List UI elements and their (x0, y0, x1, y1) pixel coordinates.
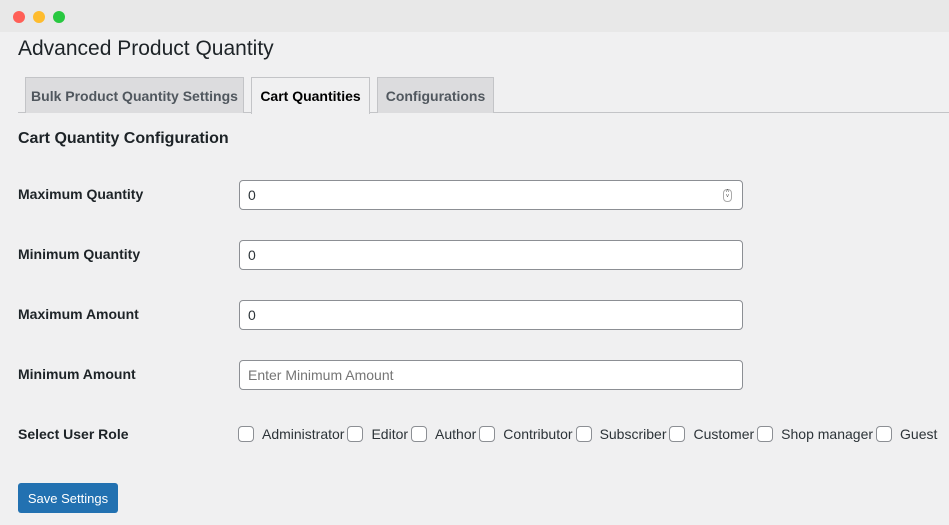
role-author[interactable]: Author (411, 426, 479, 442)
checkbox[interactable] (347, 426, 364, 442)
page-title: Advanced Product Quantity (18, 37, 274, 60)
role-editor[interactable]: Editor (347, 426, 411, 442)
minimum-quantity-input[interactable]: 0 (239, 240, 743, 270)
role-contributor[interactable]: Contributor (479, 426, 575, 442)
tab-configurations[interactable]: Configurations (377, 77, 494, 113)
maximum-quantity-value: 0 (248, 187, 256, 203)
checkbox[interactable] (757, 426, 774, 442)
checkbox[interactable] (575, 426, 592, 442)
minimum-quantity-label: Minimum Quantity (18, 246, 141, 262)
maximum-amount-input[interactable]: 0 (239, 300, 743, 330)
role-label: Editor (371, 426, 409, 442)
role-label: Guest (900, 426, 938, 442)
save-settings-button[interactable]: Save Settings (18, 483, 118, 513)
role-administrator[interactable]: Administrator (238, 426, 347, 442)
maximum-quantity-label: Maximum Quantity (18, 186, 144, 202)
role-label: Subscriber (599, 426, 667, 442)
window-titlebar (0, 0, 949, 32)
checkbox[interactable] (876, 426, 893, 442)
select-user-role-label: Select User Role (18, 426, 129, 442)
checkbox[interactable] (238, 426, 254, 442)
role-guest[interactable]: Guest (876, 426, 940, 442)
checkbox[interactable] (411, 426, 428, 442)
role-subscriber[interactable]: Subscriber (575, 426, 670, 442)
spinner-icon[interactable]: ˄ ˅ (723, 189, 732, 202)
tab-bulk-product-quantity-settings[interactable]: Bulk Product Quantity Settings (25, 77, 244, 113)
user-role-checkboxes: Administrator Editor Author Contributor … (238, 426, 940, 442)
zoom-window-button[interactable] (53, 11, 65, 23)
minimum-amount-label: Minimum Amount (18, 366, 136, 382)
maximum-amount-label: Maximum Amount (18, 306, 139, 322)
minimum-amount-input[interactable]: Enter Minimum Amount (239, 360, 743, 390)
minimize-window-button[interactable] (33, 11, 45, 23)
role-label: Customer (693, 426, 755, 442)
role-label: Shop manager (781, 426, 874, 442)
close-window-button[interactable] (13, 11, 25, 23)
tab-cart-quantities[interactable]: Cart Quantities (251, 77, 370, 114)
role-label: Author (435, 426, 477, 442)
role-label: Administrator (262, 426, 345, 442)
maximum-quantity-input[interactable]: 0 ˄ ˅ (239, 180, 743, 210)
checkbox[interactable] (669, 426, 686, 442)
checkbox[interactable] (479, 426, 496, 442)
section-title: Cart Quantity Configuration (18, 130, 229, 147)
role-shop-manager[interactable]: Shop manager (757, 426, 876, 442)
role-customer[interactable]: Customer (669, 426, 757, 442)
role-label: Contributor (503, 426, 573, 442)
